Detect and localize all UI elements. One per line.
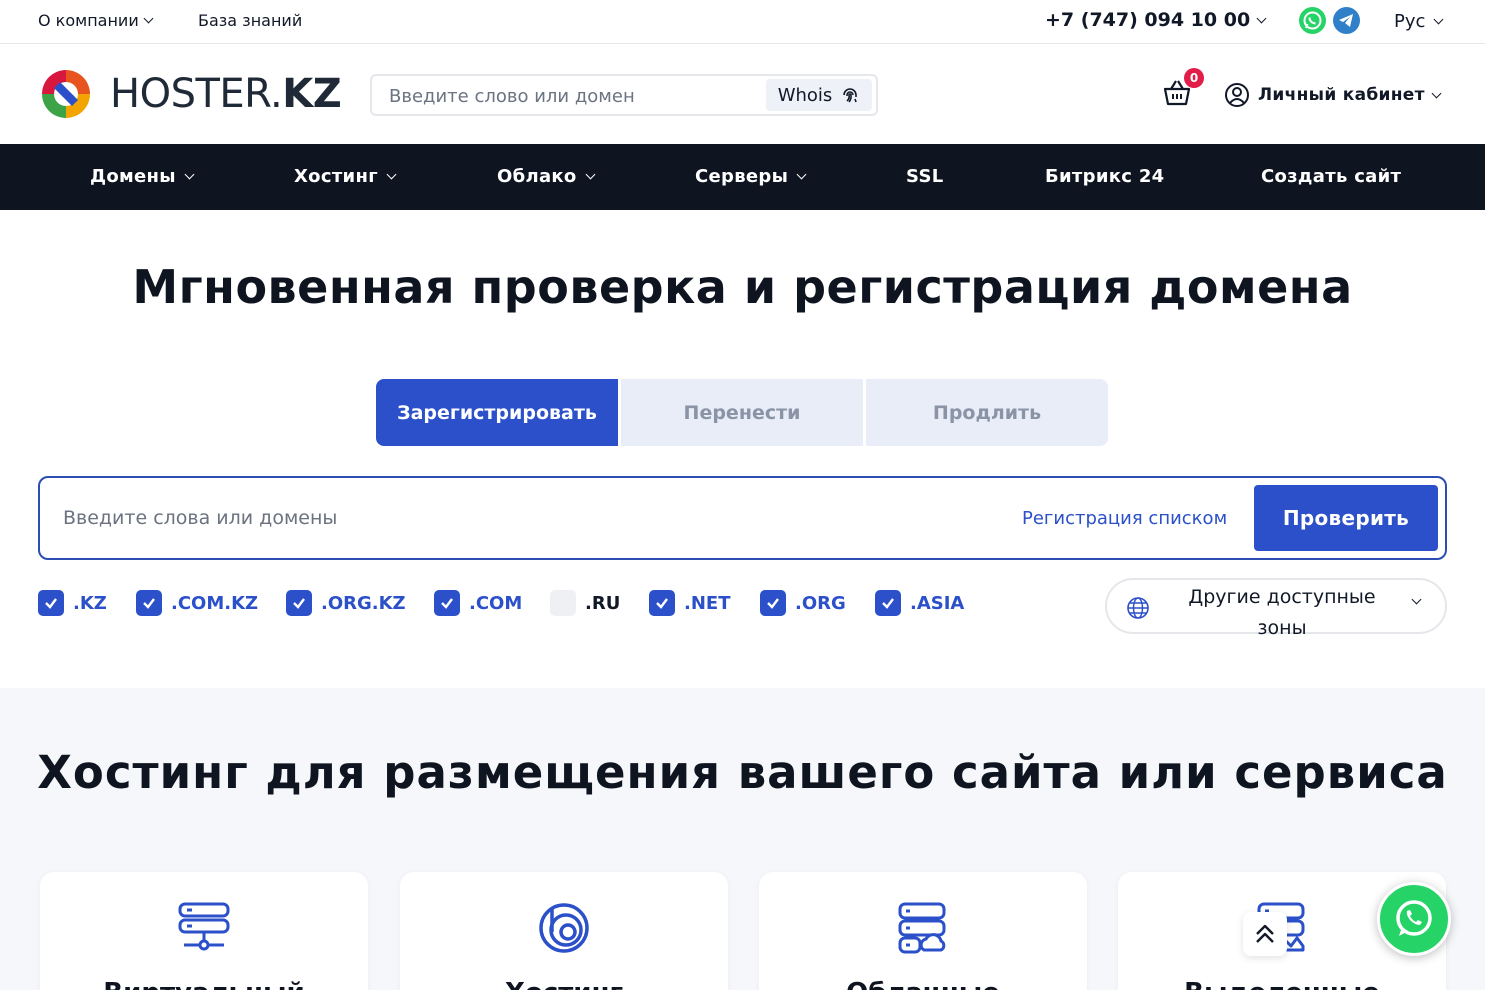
user-icon [1225,83,1249,107]
nav-label: Домены [90,166,176,187]
zone-checkbox-net[interactable]: .NET [649,590,730,616]
domain-tabs: Зарегистрировать Перенести Продлить [376,379,1110,446]
domain-search-field[interactable]: Введите слова или домены Регистрация спи… [38,476,1447,560]
header-search-placeholder: Введите слово или домен [389,86,635,107]
language-selector[interactable]: Рус [1394,11,1444,32]
chevron-down-icon [184,169,195,180]
zone-label: .RU [585,592,621,614]
checkmark-icon [649,590,675,616]
cabinet-label: Личный кабинет [1258,85,1425,105]
chevron-down-icon [1411,594,1422,605]
empty-checkbox-icon [550,590,576,616]
knowledge-base-link[interactable]: База знаний [198,11,302,30]
nav-label: Облако [497,166,577,187]
zone-label: .COM [469,592,523,614]
cart-count-badge: 0 [1184,68,1204,88]
hosting-card-virtual[interactable]: Виртуальный [40,872,368,990]
spiral-logo-icon [539,903,589,953]
cloud-server-icon [898,902,946,954]
whois-button[interactable]: Whois [766,79,872,111]
chevron-down-icon [796,169,807,180]
nav-item-servers[interactable]: Серверы [695,166,807,187]
zone-checkbox-kz[interactable]: .KZ [38,590,107,616]
about-company-label: О компании [38,11,139,30]
other-zones-dropdown[interactable]: Другие доступные зоны [1105,578,1447,639]
checkmark-icon [286,590,312,616]
domain-search-placeholder: Введите слова или домены [63,507,338,529]
nav-label: Хостинг [294,166,378,187]
tab-register[interactable]: Зарегистрировать [376,379,618,446]
zone-checkbox-com[interactable]: .COM [434,590,522,616]
page-title: Мгновенная проверка и регистрация домена [132,260,1353,314]
chevron-down-icon [1431,88,1442,98]
hosting-title: Хостинг для размещения вашего сайта или … [37,746,1448,799]
zone-label: .ORG.KZ [321,592,406,614]
checkmark-icon [38,590,64,616]
card-title: Выделенные [1118,978,1446,990]
whois-label: Whois [777,84,833,106]
top-bar: О компании База знаний +7 (747) 094 10 0… [0,0,1485,44]
chevron-down-icon [386,169,397,180]
zone-checkbox-org[interactable]: .ORG [760,590,846,616]
nav-item-create-site[interactable]: Создать сайт [1261,166,1401,187]
nav-item-bitrix[interactable]: Битрикс 24 [1045,166,1164,187]
tab-renew[interactable]: Продлить [866,379,1108,446]
checkmark-icon [875,590,901,616]
personal-cabinet-menu[interactable]: Личный кабинет [1224,82,1442,108]
scroll-to-top-button[interactable] [1243,912,1287,956]
nav-label: Серверы [695,166,789,187]
zone-label: .NET [684,592,731,614]
chevron-down-icon [143,13,154,24]
zone-label: .KZ [73,592,107,614]
checkmark-icon [136,590,162,616]
chevron-down-icon [1256,13,1267,23]
logo[interactable]: HOSTER.KZ [38,66,342,122]
nav-item-cloud[interactable]: Облако [497,166,596,187]
card-title: Виртуальный [40,978,368,990]
phone-number: +7 (747) 094 10 00 [1045,9,1251,31]
nav-item-hosting[interactable]: Хостинг [294,166,397,187]
checkmark-icon [760,590,786,616]
other-zones-label: Другие доступные зоны [1188,586,1376,639]
globe-icon [1127,597,1149,619]
language-label: Рус [1394,11,1426,32]
whatsapp-icon[interactable] [1299,7,1326,34]
zone-checkbox-asia[interactable]: .ASIA [875,590,964,616]
logo-text: HOSTER.KZ [110,71,342,117]
zone-checkbox-org-kz[interactable]: .ORG.KZ [286,590,406,616]
nav-item-domains[interactable]: Домены [90,166,195,187]
telegram-icon[interactable] [1333,7,1360,34]
bulk-register-link[interactable]: Регистрация списком [1022,508,1227,529]
zone-label: .COM.KZ [171,592,259,614]
server-stack-icon [178,902,230,951]
card-title: Облачные [759,978,1087,990]
check-domain-button[interactable]: Проверить [1254,485,1438,551]
fingerprint-icon [843,88,858,103]
checkmark-icon [434,590,460,616]
card-title: Хостинг [400,978,728,990]
chevron-down-icon [585,169,596,180]
logo-mark-icon [42,70,90,118]
main-nav: Домены Хостинг Облако Серверы SSL Битрик… [0,144,1485,210]
zone-checkbox-ru[interactable]: .RU [550,590,620,616]
zone-checkbox-com-kz[interactable]: .COM.KZ [136,590,258,616]
hosting-card-cloud[interactable]: Облачные [759,872,1087,990]
double-chevron-up-icon [1256,924,1274,943]
whatsapp-icon [1396,900,1432,936]
whatsapp-chat-button[interactable] [1377,882,1451,956]
tab-transfer[interactable]: Перенести [621,379,863,446]
zone-label: .ORG [795,592,846,614]
phone-menu[interactable]: +7 (747) 094 10 00 [1045,9,1267,31]
about-company-menu[interactable]: О компании [38,11,154,30]
header-search[interactable]: Введите слово или домен Whois [370,74,878,116]
hosting-card-hosting[interactable]: Хостинг [400,872,728,990]
nav-item-ssl[interactable]: SSL [906,166,944,187]
zone-label: .ASIA [910,592,965,614]
header: HOSTER.KZ Введите слово или домен Whois … [0,45,1485,144]
chevron-down-icon [1433,14,1444,25]
